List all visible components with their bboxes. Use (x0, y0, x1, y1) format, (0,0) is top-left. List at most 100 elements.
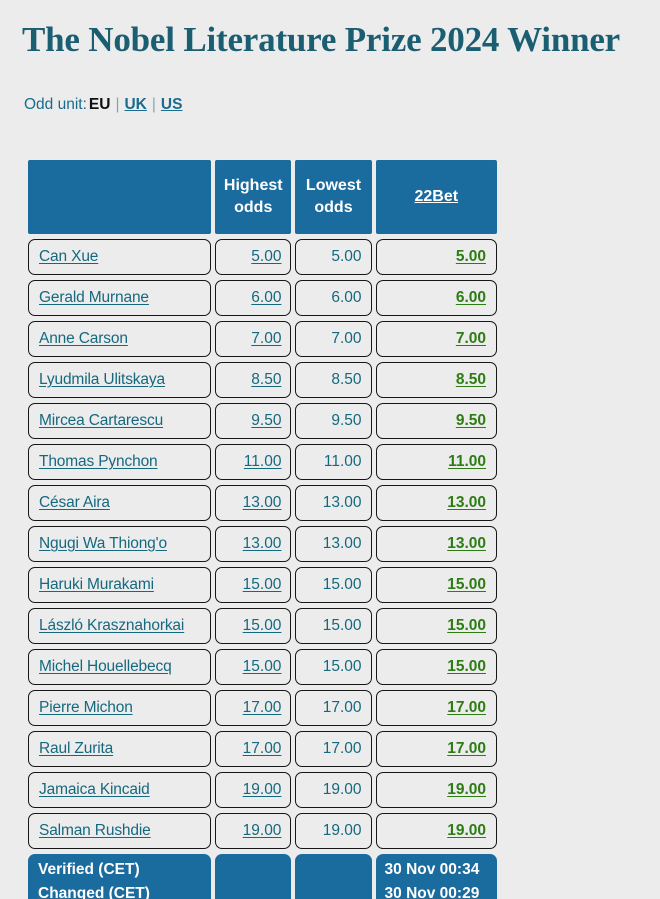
odd-unit-label: Odd unit: (24, 96, 87, 113)
lowest-odds-link: 13.00 (322, 535, 362, 552)
table-row: Anne Carson 7.00 7.00 7.00 (28, 321, 497, 357)
candidate-name-link[interactable]: Gerald Murnane (39, 289, 149, 306)
highest-odds-link[interactable]: 15.00 (243, 576, 282, 593)
bookmaker-odds-link[interactable]: 19.00 (447, 822, 486, 839)
footer-changed-label: Changed (CET) (38, 885, 150, 899)
bookmaker-odds-link[interactable]: 19.00 (447, 781, 486, 798)
lowest-odds-link: 19.00 (322, 822, 362, 839)
bookmaker-odds-link[interactable]: 17.00 (447, 699, 486, 716)
bookmaker-odds: 6.00 (375, 280, 497, 316)
candidate-name-link[interactable]: Mircea Cartarescu (39, 412, 163, 429)
bookmaker-odds-link[interactable]: 15.00 (447, 617, 486, 634)
lowest-odds: 17.00 (295, 731, 372, 767)
odds-table-body: Can Xue 5.00 5.00 5.00 Gerald Murnane 6.00 6.0… (28, 239, 497, 849)
odds-table-header: Highest odds Lowest odds 22Bet (28, 160, 497, 234)
bookmaker-odds-link[interactable]: 17.00 (447, 740, 486, 757)
candidate-name-link[interactable]: Ngugi Wa Thiong'o (39, 535, 167, 552)
odds-table-footer: Verified (CET) Changed (CET) 30 Nov 00:3… (28, 854, 497, 899)
candidate-name-link[interactable]: Lyudmila Ulitskaya (39, 371, 165, 388)
candidate-name-link[interactable]: Anne Carson (39, 330, 128, 347)
table-row: Ngugi Wa Thiong'o 13.00 13.00 13.00 (28, 526, 497, 562)
candidate-name-link[interactable]: César Aira (39, 494, 110, 511)
candidate-name-link[interactable]: László Krasznahorkai (39, 617, 184, 634)
highest-odds-link[interactable]: 5.00 (251, 248, 281, 265)
candidate-name-link[interactable]: Haruki Murakami (39, 576, 154, 593)
bookmaker-odds-link[interactable]: 13.00 (447, 494, 486, 511)
bookmaker-odds-link[interactable]: 13.00 (447, 535, 486, 552)
bookmaker-odds-link[interactable]: 15.00 (447, 576, 486, 593)
highest-odds: 6.00 (215, 280, 292, 316)
footer-highest-cell (215, 854, 292, 899)
candidate-name-link[interactable]: Michel Houellebecq (39, 658, 172, 675)
highest-odds-link[interactable]: 8.50 (251, 371, 281, 388)
candidate-name-link[interactable]: Can Xue (39, 248, 98, 265)
odd-unit-option-us[interactable]: US (161, 96, 183, 113)
bookmaker-odds: 13.00 (375, 526, 497, 562)
bookmaker-odds-link[interactable]: 11.00 (448, 453, 486, 470)
bookmaker-odds: 15.00 (375, 567, 497, 603)
highest-odds-link[interactable]: 13.00 (243, 494, 282, 511)
table-row: Lyudmila Ulitskaya 8.50 8.50 8.50 (28, 362, 497, 398)
bookmaker-odds-link[interactable]: 9.50 (456, 412, 486, 429)
lowest-odds: 19.00 (295, 772, 372, 808)
highest-odds-link[interactable]: 15.00 (243, 617, 282, 634)
highest-odds-link[interactable]: 9.50 (251, 412, 281, 429)
bookmaker-link-22bet[interactable]: 22Bet (414, 188, 458, 205)
table-row: Can Xue 5.00 5.00 5.00 (28, 239, 497, 275)
candidate-name-link[interactable]: Jamaica Kincaid (39, 781, 150, 798)
footer-times-cell: 30 Nov 00:34 30 Nov 00:29 (375, 854, 497, 899)
table-row: César Aira 13.00 13.00 13.00 (28, 485, 497, 521)
highest-odds: 7.00 (215, 321, 292, 357)
table-row: Mircea Cartarescu 9.50 9.50 9.50 (28, 403, 497, 439)
lowest-odds: 5.00 (295, 239, 372, 275)
bookmaker-odds-link[interactable]: 7.00 (456, 330, 486, 347)
highest-odds-link[interactable]: 19.00 (243, 822, 282, 839)
highest-odds: 11.00 (215, 444, 292, 480)
odd-unit-separator-2: | (151, 96, 156, 113)
highest-odds-link[interactable]: 13.00 (243, 535, 282, 552)
bookmaker-odds-link[interactable]: 5.00 (456, 248, 486, 265)
lowest-odds-link: 13.00 (322, 494, 362, 511)
bookmaker-odds-link[interactable]: 6.00 (456, 289, 486, 306)
highest-odds-link[interactable]: 11.00 (244, 453, 282, 470)
highest-odds: 15.00 (215, 649, 292, 685)
highest-odds-link[interactable]: 15.00 (243, 658, 282, 675)
highest-odds: 15.00 (215, 567, 292, 603)
candidate-name-link[interactable]: Pierre Michon (39, 699, 133, 716)
highest-odds-link[interactable]: 17.00 (243, 740, 282, 757)
candidate-name-link[interactable]: Thomas Pynchon (39, 453, 158, 470)
highest-odds-link[interactable]: 19.00 (243, 781, 282, 798)
lowest-odds: 13.00 (295, 526, 372, 562)
bookmaker-odds-link[interactable]: 15.00 (447, 658, 486, 675)
lowest-odds: 11.00 (295, 444, 372, 480)
highest-odds: 19.00 (215, 813, 292, 849)
candidate-name: Gerald Murnane (28, 280, 212, 316)
odd-unit-option-uk[interactable]: UK (124, 96, 146, 113)
highest-odds: 19.00 (215, 772, 292, 808)
lowest-odds-link: 7.00 (331, 330, 362, 347)
footer-changed-time: 30 Nov 00:29 (384, 885, 480, 899)
highest-odds-link[interactable]: 17.00 (243, 699, 282, 716)
odds-table: Highest odds Lowest odds 22Bet Can Xue 5.… (24, 155, 501, 899)
footer-labels-cell: Verified (CET) Changed (CET) (28, 854, 212, 899)
header-bookmaker-22bet: 22Bet (375, 160, 497, 234)
highest-odds: 13.00 (215, 485, 292, 521)
header-lowest-odds: Lowest odds (295, 160, 372, 234)
candidate-name-link[interactable]: Salman Rushdie (39, 822, 151, 839)
bookmaker-odds-link[interactable]: 8.50 (456, 371, 486, 388)
lowest-odds: 6.00 (295, 280, 372, 316)
candidate-name: César Aira (28, 485, 212, 521)
lowest-odds-link: 8.50 (331, 371, 362, 388)
bookmaker-odds: 7.00 (375, 321, 497, 357)
highest-odds-link[interactable]: 6.00 (251, 289, 281, 306)
highest-odds-link[interactable]: 7.00 (251, 330, 281, 347)
footer-verified-time: 30 Nov 00:34 (384, 861, 480, 878)
lowest-odds: 8.50 (295, 362, 372, 398)
lowest-odds: 9.50 (295, 403, 372, 439)
bookmaker-odds: 17.00 (375, 731, 497, 767)
highest-odds: 17.00 (215, 690, 292, 726)
lowest-odds-link: 11.00 (323, 453, 362, 470)
candidate-name-link[interactable]: Raul Zurita (39, 740, 113, 757)
lowest-odds: 15.00 (295, 649, 372, 685)
bookmaker-odds: 8.50 (375, 362, 497, 398)
